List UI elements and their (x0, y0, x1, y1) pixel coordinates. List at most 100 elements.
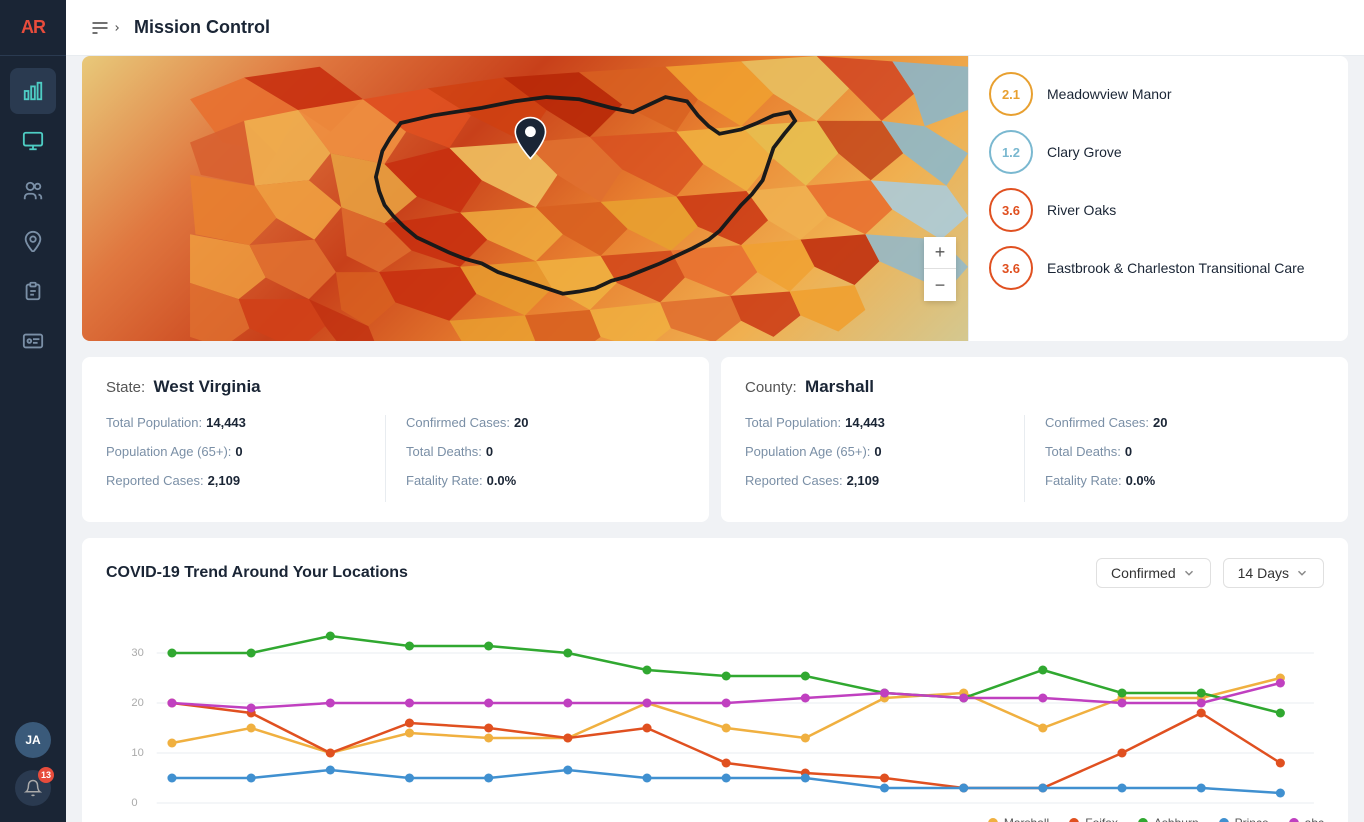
clipboard-icon (22, 280, 44, 302)
state-fatality-value: 0.0% (487, 473, 517, 488)
content-area: + − 2.1 Meadowview Manor 1.2 Clary Grove… (66, 56, 1364, 822)
legend-prince: Prince (1219, 816, 1269, 822)
legend-dot-marshall (988, 818, 998, 822)
county-population-label: Total Population: (745, 415, 841, 430)
legend-label-foifax: Foifax (1085, 816, 1118, 822)
sidebar-bottom: JA 13 (15, 722, 51, 822)
sidebar-item-clipboard[interactable] (10, 268, 56, 314)
state-card-title: State: West Virginia (106, 377, 685, 397)
monitor-icon (22, 130, 44, 152)
map-container[interactable]: + − (82, 56, 968, 341)
facility-item-2[interactable]: 3.6 River Oaks (989, 188, 1328, 232)
idcard-icon (22, 330, 44, 352)
county-population-value: 14,443 (845, 415, 885, 430)
state-deaths-label: Total Deaths: (406, 444, 482, 459)
sidebar-item-dashboard[interactable] (10, 68, 56, 114)
sidebar-item-idcard[interactable] (10, 318, 56, 364)
chevron-down-icon (1182, 566, 1196, 580)
facility-score-2: 3.6 (989, 188, 1033, 232)
chart-icon (22, 80, 44, 102)
state-confirmed-row: Confirmed Cases: 20 (406, 415, 685, 430)
state-confirmed-label: Confirmed Cases: (406, 415, 510, 430)
facility-item-1[interactable]: 1.2 Clary Grove (989, 130, 1328, 174)
filter-type-label: Confirmed (1111, 565, 1176, 581)
menu-icon[interactable] (90, 18, 122, 38)
sidebar-item-monitor[interactable] (10, 118, 56, 164)
state-reported-row: Reported Cases: 2,109 (106, 473, 385, 488)
sidebar-item-people[interactable] (10, 168, 56, 214)
state-stats-grid: Total Population: 14,443 Population Age … (106, 415, 685, 502)
filter-days-button[interactable]: 14 Days (1223, 558, 1324, 588)
trend-chart: 0 10 20 30 08/06 08/07 08/08 08/09 08/10… (106, 608, 1324, 808)
state-fatality-label: Fatality Rate: (406, 473, 483, 488)
county-reported-row: Reported Cases: 2,109 (745, 473, 1024, 488)
legend-label-ashburn: Ashburn (1154, 816, 1199, 822)
facility-item-3[interactable]: 3.6 Eastbrook & Charleston Transitional … (989, 246, 1328, 290)
trend-title: COVID-19 Trend Around Your Locations (106, 564, 408, 582)
county-left-col: Total Population: 14,443 Population Age … (745, 415, 1024, 502)
county-age-row: Population Age (65+): 0 (745, 444, 1024, 459)
stats-section: State: West Virginia Total Population: 1… (82, 357, 1348, 522)
facility-name-1: Clary Grove (1047, 144, 1122, 160)
state-name: West Virginia (154, 377, 261, 396)
chevron-down-icon-2 (1295, 566, 1309, 580)
county-label: County: (745, 379, 797, 396)
county-confirmed-value: 20 (1153, 415, 1167, 430)
location-icon (22, 230, 44, 252)
zoom-out-button[interactable]: − (924, 269, 956, 301)
legend-marshall: Marshall (988, 816, 1049, 822)
county-stats-card: County: Marshall Total Population: 14,44… (721, 357, 1348, 522)
page-title: Mission Control (134, 17, 270, 38)
legend-label-abc: abc (1305, 816, 1324, 822)
state-age-value: 0 (235, 444, 242, 459)
state-outline (82, 56, 968, 341)
facility-item-0[interactable]: 2.1 Meadowview Manor (989, 72, 1328, 116)
state-reported-label: Reported Cases: (106, 473, 204, 488)
legend-dot-abc (1289, 818, 1299, 822)
state-stats-card: State: West Virginia Total Population: 1… (82, 357, 709, 522)
filter-type-button[interactable]: Confirmed (1096, 558, 1211, 588)
people-icon (22, 180, 44, 202)
legend-label-prince: Prince (1235, 816, 1269, 822)
zoom-in-button[interactable]: + (924, 237, 956, 269)
county-confirmed-label: Confirmed Cases: (1045, 415, 1149, 430)
chart-area: 0 10 20 30 08/06 08/07 08/08 08/09 08/10… (106, 608, 1324, 808)
filter-days-label: 14 Days (1238, 565, 1289, 581)
state-label: State: (106, 379, 145, 396)
avatar[interactable]: JA (15, 722, 51, 758)
sidebar-item-location[interactable] (10, 218, 56, 264)
state-population-label: Total Population: (106, 415, 202, 430)
legend-foifax: Foifax (1069, 816, 1118, 822)
state-reported-value: 2,109 (208, 473, 241, 488)
chart-legend: Marshall Foifax Ashburn Prince abc (106, 816, 1324, 822)
state-confirmed-value: 20 (514, 415, 528, 430)
legend-dot-prince (1219, 818, 1229, 822)
county-deaths-label: Total Deaths: (1045, 444, 1121, 459)
svg-text:10: 10 (131, 747, 143, 759)
svg-text:30: 30 (131, 647, 143, 659)
notification-badge: 13 (38, 767, 54, 783)
legend-ashburn: Ashburn (1138, 816, 1199, 822)
sidebar: AR (0, 0, 66, 822)
svg-text:20: 20 (131, 697, 143, 709)
bell-icon (24, 779, 42, 797)
county-reported-value: 2,109 (847, 473, 880, 488)
facility-name-2: River Oaks (1047, 202, 1116, 218)
legend-dot-foifax (1069, 818, 1079, 822)
county-deaths-row: Total Deaths: 0 (1045, 444, 1324, 459)
county-stats-grid: Total Population: 14,443 Population Age … (745, 415, 1324, 502)
county-population-row: Total Population: 14,443 (745, 415, 1024, 430)
county-age-value: 0 (874, 444, 881, 459)
facility-score-0: 2.1 (989, 72, 1033, 116)
trend-header: COVID-19 Trend Around Your Locations Con… (106, 558, 1324, 588)
state-fatality-row: Fatality Rate: 0.0% (406, 473, 685, 488)
state-population-row: Total Population: 14,443 (106, 415, 385, 430)
county-deaths-value: 0 (1125, 444, 1132, 459)
county-fatality-row: Fatality Rate: 0.0% (1045, 473, 1324, 488)
top-section: + − 2.1 Meadowview Manor 1.2 Clary Grove… (82, 56, 1348, 341)
notification-bell[interactable]: 13 (15, 770, 51, 806)
county-confirmed-row: Confirmed Cases: 20 (1045, 415, 1324, 430)
facility-name-3: Eastbrook & Charleston Transitional Care (1047, 260, 1305, 276)
county-right-col: Confirmed Cases: 20 Total Deaths: 0 Fata… (1024, 415, 1324, 502)
legend-dot-ashburn (1138, 818, 1148, 822)
